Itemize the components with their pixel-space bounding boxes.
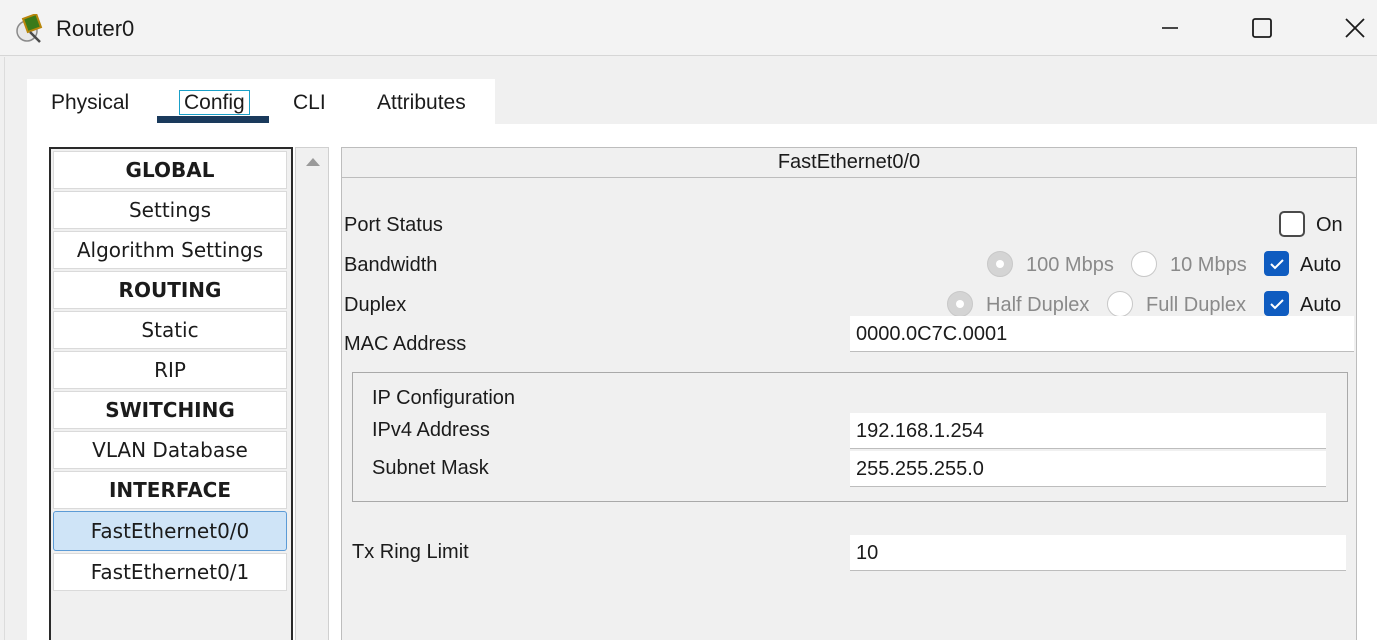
ip-configuration-group: IP Configuration IPv4 Address 192.168.1.… <box>352 372 1348 502</box>
config-nav-list: GLOBAL Settings Algorithm Settings ROUTI… <box>49 147 293 640</box>
close-icon <box>1345 18 1365 38</box>
bandwidth-label: Bandwidth <box>344 254 438 276</box>
nav-item-fastethernet0-1[interactable]: FastEthernet0/1 <box>53 553 287 591</box>
active-tab-indicator <box>157 116 269 123</box>
nav-item-algorithm-settings[interactable]: Algorithm Settings <box>53 231 287 269</box>
title-bar: Router0 <box>0 0 1377 56</box>
subnet-mask-field[interactable]: 255.255.255.0 <box>850 451 1326 487</box>
tab-physical[interactable]: Physical <box>51 91 129 115</box>
tab-cli[interactable]: CLI <box>293 91 326 115</box>
nav-item-fastethernet0-0[interactable]: FastEthernet0/0 <box>53 511 287 551</box>
duplex-full-radio[interactable] <box>1107 291 1133 317</box>
tx-ring-limit-label: Tx Ring Limit <box>352 541 469 563</box>
tx-ring-limit-field[interactable]: 10 <box>850 535 1346 571</box>
duplex-half-radio[interactable] <box>947 291 973 317</box>
mac-address-label: MAC Address <box>344 333 467 355</box>
nav-item-static[interactable]: Static <box>53 311 287 349</box>
ipv4-address-label: IPv4 Address <box>372 419 490 441</box>
window-title: Router0 <box>56 16 135 41</box>
device-dialog: Physical Config CLI Attributes GLOBAL Se… <box>4 57 1377 640</box>
nav-header-interface: INTERFACE <box>53 471 287 509</box>
tab-strip: Physical Config CLI Attributes <box>27 79 495 124</box>
panel-title: FastEthernet0/0 <box>342 148 1356 178</box>
nav-item-settings[interactable]: Settings <box>53 191 287 229</box>
subnet-mask-label: Subnet Mask <box>372 457 489 479</box>
ipv4-address-field[interactable]: 192.168.1.254 <box>850 413 1326 449</box>
minimize-icon <box>1162 27 1178 29</box>
interface-panel: FastEthernet0/0 Port Status On Bandwidth… <box>341 147 1357 640</box>
ip-configuration-title: IP Configuration <box>372 387 516 409</box>
bandwidth-10-label: 10 Mbps <box>1170 254 1247 276</box>
duplex-half-label: Half Duplex <box>986 294 1090 316</box>
bandwidth-100-label: 100 Mbps <box>1026 254 1114 276</box>
config-workarea: GLOBAL Settings Algorithm Settings ROUTI… <box>27 124 1377 640</box>
tab-config[interactable]: Config <box>179 90 250 115</box>
nav-item-rip[interactable]: RIP <box>53 351 287 389</box>
duplex-full-label: Full Duplex <box>1146 294 1247 316</box>
duplex-auto-label: Auto <box>1300 294 1342 316</box>
tab-attributes[interactable]: Attributes <box>377 91 466 115</box>
router-icon <box>16 12 46 44</box>
duplex-auto-checkbox[interactable] <box>1264 291 1289 316</box>
mac-address-field[interactable]: 0000.0C7C.0001 <box>850 316 1354 352</box>
minimize-button[interactable] <box>1150 10 1190 46</box>
check-icon <box>1269 258 1284 269</box>
bandwidth-10-radio[interactable] <box>1131 251 1157 277</box>
scroll-up-icon[interactable] <box>306 158 320 166</box>
port-status-on-label: On <box>1316 214 1343 236</box>
bandwidth-100-radio[interactable] <box>987 251 1013 277</box>
duplex-label: Duplex <box>344 294 407 316</box>
maximize-button[interactable] <box>1242 10 1282 46</box>
port-status-label: Port Status <box>344 214 443 236</box>
nav-item-vlan-database[interactable]: VLAN Database <box>53 431 287 469</box>
bandwidth-auto-label: Auto <box>1300 254 1342 276</box>
close-button[interactable] <box>1335 10 1375 46</box>
check-icon <box>1269 298 1284 309</box>
bandwidth-auto-checkbox[interactable] <box>1264 251 1289 276</box>
nav-header-global: GLOBAL <box>53 151 287 189</box>
maximize-icon <box>1252 18 1272 38</box>
nav-header-routing: ROUTING <box>53 271 287 309</box>
nav-scrollbar[interactable] <box>295 147 329 640</box>
port-status-checkbox[interactable] <box>1279 211 1305 237</box>
nav-header-switching: SWITCHING <box>53 391 287 429</box>
